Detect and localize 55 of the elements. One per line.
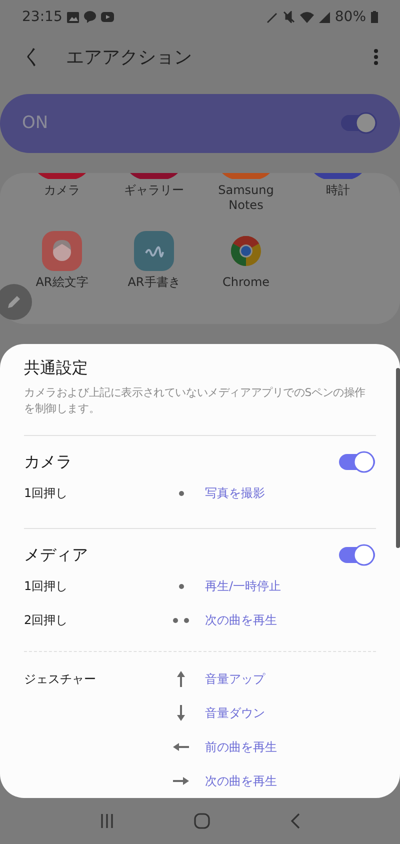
double-dot-icon [173,618,189,623]
section-title: 共通設定 [24,358,89,380]
app-icon[interactable] [130,172,178,179]
app-icon[interactable] [38,172,86,179]
toggle-switch[interactable] [340,112,378,134]
wifi-icon [300,12,314,23]
page-title: エアアクション [66,46,193,69]
switch-label: ON [22,113,50,134]
master-switch-bar[interactable]: ON [0,94,400,153]
app-label: AR絵文字 [36,274,88,290]
app-icon[interactable] [314,172,362,179]
dot-icon [178,490,184,496]
action-label: 写真を撮影 [205,484,266,502]
face-icon[interactable] [42,230,82,271]
trigger-label: 2回押し [24,612,69,629]
chat-icon [84,11,96,24]
trigger-label: 1回押し [24,484,69,502]
more-options-icon[interactable] [374,48,378,65]
home-icon[interactable] [194,813,210,830]
battery-percent: 80% [334,9,366,26]
dot-icon [178,584,184,589]
toggle-switch[interactable] [338,544,376,566]
app-icon[interactable] [222,172,270,179]
back-icon[interactable] [290,813,300,830]
squiggle-icon[interactable] [134,230,174,271]
trigger-label: ジェスチャー [24,670,97,688]
toggle-switch[interactable] [338,451,376,474]
action-label: 次の曲を再生 [205,772,278,790]
app-label: Samsung Notes [217,182,275,213]
recents-icon[interactable] [100,814,114,828]
signal-icon [318,12,330,23]
action-label: 再生/一時停止 [205,578,282,595]
video-icon [101,12,114,22]
app-label: カメラ [44,182,80,198]
app-label: AR手書き [128,274,180,290]
action-label: 音量アップ [205,670,266,688]
trigger-label: 1回押し [24,578,69,595]
section-title: カメラ [24,452,72,473]
app-label: Chrome [222,274,270,290]
action-label: 次の曲を再生 [205,612,278,629]
action-label: 音量ダウン [205,704,266,722]
pen-icon [266,11,278,24]
mute-icon [282,11,295,24]
back-button[interactable]: く [22,43,42,70]
section-description: カメラおよび上記に表示されていないメディアアプリでのSペンの操作を制御します。 [24,385,366,418]
pencil-icon [6,294,22,310]
status-time: 23:15 [22,9,62,26]
app-label: 時計 [326,182,350,198]
section-title: メディア [24,544,88,566]
image-icon [67,12,80,23]
app-label: ギャラリー [124,182,184,198]
scroll-bar[interactable] [396,368,400,548]
chrome-icon[interactable] [231,236,261,266]
battery-icon [371,11,378,24]
action-label: 前の曲を再生 [205,738,278,756]
